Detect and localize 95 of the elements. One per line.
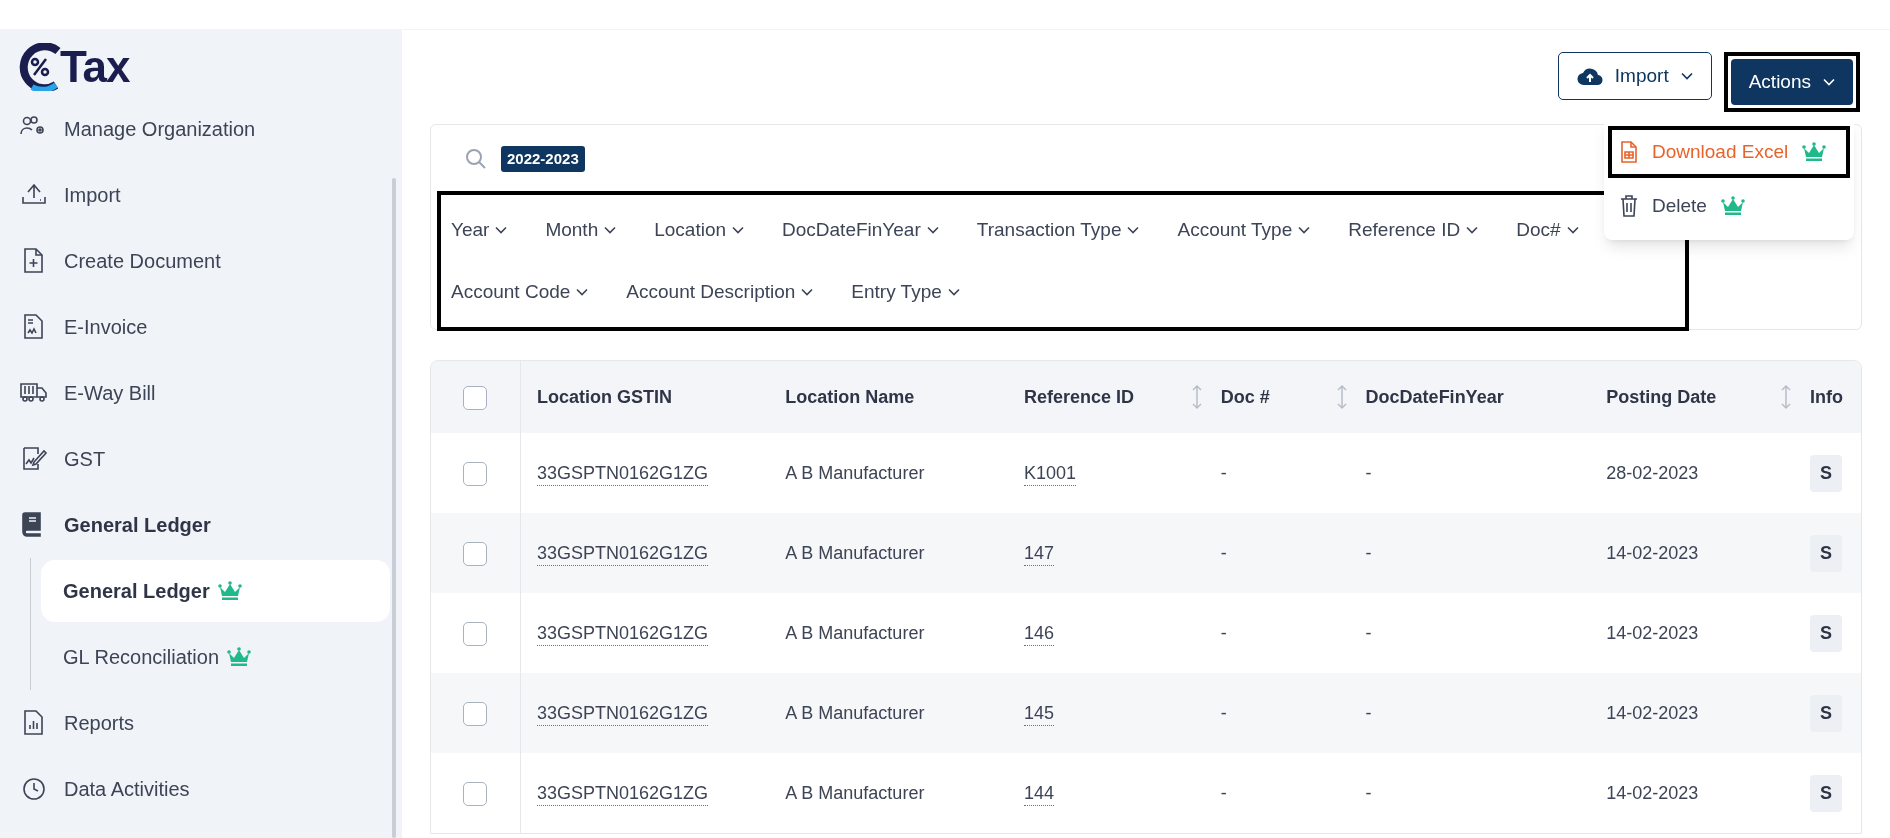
reference-link[interactable]: K1001 [1024,462,1077,486]
actions-button[interactable]: Actions [1730,59,1853,105]
sort-icon[interactable] [1335,384,1348,410]
sidebar-item[interactable]: GST [18,426,390,492]
reference-link[interactable]: 145 [1024,702,1055,726]
table-cell: 28-02-2023 [1606,462,1699,483]
chevron-down-icon [576,288,589,296]
table-cell: - [1365,702,1372,723]
table-cell: - [1365,542,1372,563]
cloud-upload-icon [1576,66,1603,86]
table-cell: - [1220,462,1227,483]
filter-dropdown[interactable]: Year [451,199,508,261]
chevron-down-icon [604,226,617,234]
table-cell: 14-02-2023 [1606,782,1699,803]
chevron-down-icon [1127,226,1140,234]
reference-link[interactable]: 147 [1024,542,1055,566]
chevron-down-icon [495,226,508,234]
table-cell: A B Manufacturer [785,702,925,723]
row-checkbox[interactable] [463,461,488,486]
table-cell: A B Manufacturer [785,542,925,563]
sidebar-item[interactable]: E-Way Bill [18,360,390,426]
chevron-down-icon [1566,226,1579,234]
filter-dropdown[interactable]: Account Type [1177,199,1311,261]
sidebar-item[interactable]: Create Document [18,228,390,294]
sidebar-subitem[interactable]: GL Reconciliation [41,626,390,688]
filter-dropdown[interactable]: Location [654,199,745,261]
row-checkbox[interactable] [463,781,488,806]
info-badge: S [1810,454,1842,492]
table-cell: 14-02-2023 [1606,542,1699,563]
chevron-down-icon [1466,226,1479,234]
column-header: Info [1810,361,1861,433]
column-header: Reference ID [1024,361,1221,433]
sort-icon[interactable] [1190,384,1203,410]
spreadsheet-file-icon [1620,141,1638,163]
row-checkbox[interactable] [463,701,488,726]
sidebar-subitem[interactable]: General Ledger [41,560,390,622]
sidebar-item[interactable]: Reports [18,690,390,756]
reference-link[interactable]: 146 [1024,622,1055,646]
gstin-link[interactable]: 33GSPTN0162G1ZG [536,702,708,726]
table-cell: A B Manufacturer [785,782,925,803]
filter-dropdown[interactable]: Entry Type [851,261,960,323]
table-cell: A B Manufacturer [785,462,925,483]
filter-dropdown[interactable]: DocDateFinYear [782,199,939,261]
chevron-down-icon [1298,226,1311,234]
filter-dropdown[interactable]: Reference ID [1348,199,1479,261]
table-cell: - [1365,462,1372,483]
row-checkbox[interactable] [463,541,488,566]
sidebar-item[interactable]: Manage Organization [18,96,390,162]
sort-icon[interactable] [1780,384,1792,410]
filter-dropdown[interactable]: Account Description [626,261,814,323]
header-checkbox[interactable] [463,385,488,410]
gstin-link[interactable]: 33GSPTN0162G1ZG [536,622,708,646]
menu-item[interactable]: Delete [1612,184,1846,228]
reference-link[interactable]: 144 [1024,782,1055,806]
chevron-down-icon [1823,78,1835,86]
column-header: DocDateFinYear [1365,361,1607,433]
filter-dropdown[interactable]: Month [545,199,617,261]
gstin-link[interactable]: 33GSPTN0162G1ZG [536,782,708,806]
filter-dropdown[interactable]: Transaction Type [976,199,1140,261]
info-badge: S [1810,774,1842,812]
table-cell: 14-02-2023 [1606,622,1699,643]
column-header: Doc # [1220,361,1366,433]
filter-dropdown[interactable]: Account Code [451,261,589,323]
table-cell: - [1365,622,1372,643]
filter-dropdown[interactable]: Doc# [1516,199,1579,261]
sidebar-item[interactable]: E-Invoice [18,294,390,360]
sidebar-item[interactable]: Import [18,162,390,228]
chevron-down-icon [1680,72,1693,80]
row-checkbox[interactable] [463,621,488,646]
gstin-link[interactable]: 33GSPTN0162G1ZG [536,542,708,566]
chevron-down-icon [947,288,960,296]
chevron-down-icon [801,288,814,296]
sidebar-item[interactable]: General Ledger [18,492,390,558]
column-header: Location Name [785,361,1024,433]
table-cell: - [1220,782,1227,803]
trash-icon [1620,195,1638,217]
info-badge: S [1810,534,1842,572]
table-cell: A B Manufacturer [785,622,925,643]
table-cell: - [1365,782,1372,803]
filter-chip: 2022-2023 [501,145,585,173]
column-header: Posting Date [1606,361,1810,433]
gstin-link[interactable]: 33GSPTN0162G1ZG [536,462,708,486]
info-badge: S [1810,694,1842,732]
table-cell: - [1220,542,1227,563]
table-cell: - [1220,622,1227,643]
column-header: Location GSTIN [520,361,786,433]
info-badge: S [1810,614,1842,652]
chevron-down-icon [732,226,745,234]
table-cell: 14-02-2023 [1606,702,1699,723]
logo-text: Tax [60,45,130,89]
search-icon [465,148,487,170]
chevron-down-icon [926,226,939,234]
table-cell: - [1220,702,1227,723]
import-button[interactable]: Import [1557,52,1712,100]
sidebar-item[interactable]: Data Activities [18,756,390,822]
